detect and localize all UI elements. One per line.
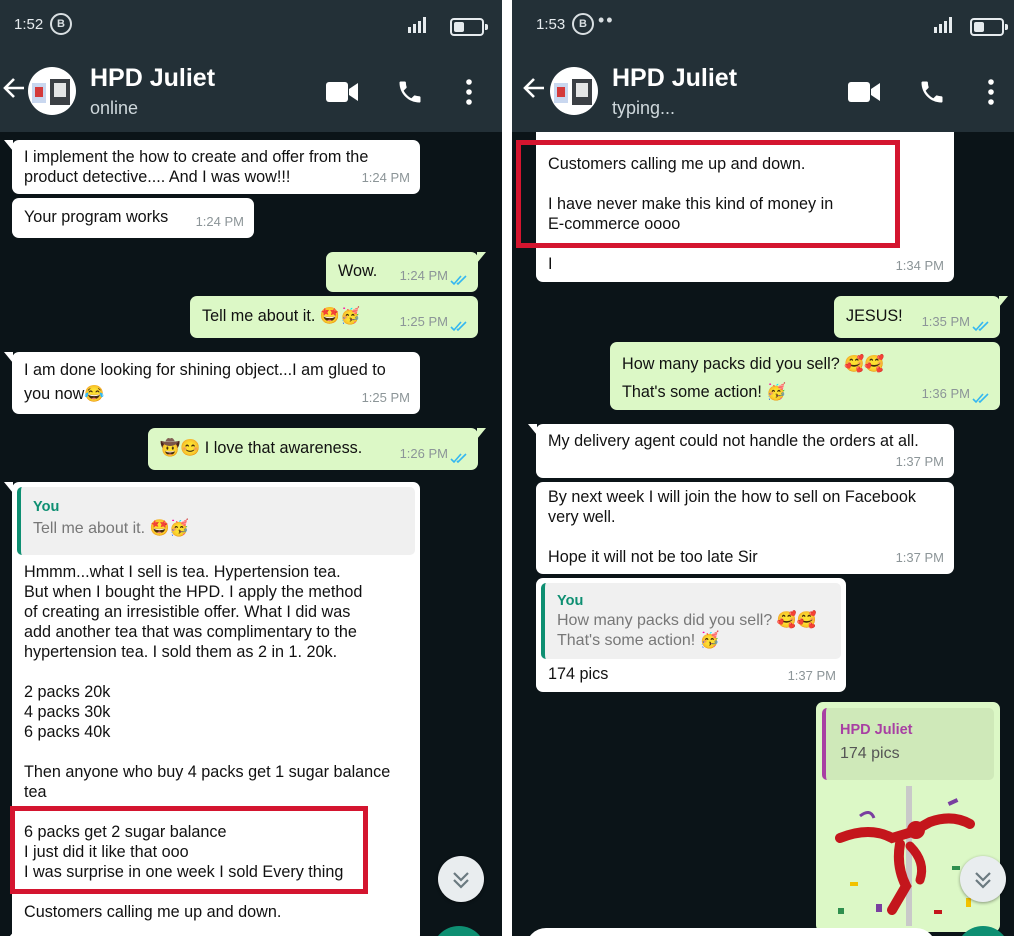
contact-name[interactable]: HPD Juliet: [612, 64, 737, 93]
message-time: 1:24 PM: [361, 170, 410, 185]
status-time: 1:52: [14, 16, 44, 33]
message-time: 1:37 PM: [787, 668, 836, 683]
message-outgoing[interactable]: JESUS! 1:35 PM: [834, 296, 1008, 338]
signal-icon: [408, 17, 426, 33]
message-input[interactable]: [526, 928, 936, 936]
back-arrow-icon[interactable]: [522, 74, 546, 102]
double-check-icon: [450, 275, 467, 286]
highlight-box: [516, 140, 900, 248]
battery-icon: [450, 18, 488, 36]
message-text: I am done looking for shining object...I…: [24, 361, 386, 403]
quote-text: How many packs did you sell? 🥰🥰 That's s…: [557, 612, 817, 649]
message-time: 1:34 PM: [895, 258, 944, 273]
status-time: 1:53: [536, 16, 566, 33]
message-outgoing[interactable]: Tell me about it. 🤩🥳 1:25 PM: [190, 296, 478, 338]
avatar[interactable]: [28, 67, 76, 115]
battery-icon: [970, 18, 1008, 36]
scroll-down-button[interactable]: [960, 856, 1006, 902]
video-call-icon[interactable]: [326, 82, 358, 102]
chat-header: HPD Juliet typing...: [512, 50, 1014, 132]
message-input[interactable]: [6, 928, 416, 936]
phone-icon[interactable]: [396, 78, 424, 106]
message-list[interactable]: Customers calling me up and down. I have…: [512, 132, 1014, 936]
message-text: By next week I will join the how to sell…: [548, 488, 917, 566]
contact-status: typing...: [612, 98, 676, 118]
message-incoming[interactable]: By next week I will join the how to sell…: [536, 482, 954, 574]
message-incoming[interactable]: I am done looking for shining object...I…: [4, 352, 420, 414]
message-outgoing[interactable]: 🤠😊 I love that awareness. 1:26 PM: [148, 428, 486, 470]
back-arrow-icon[interactable]: [2, 74, 26, 102]
status-bar: 1:53 B ••: [512, 0, 1014, 50]
more-menu-icon[interactable]: [986, 78, 996, 106]
quote-author: HPD Juliet: [840, 722, 913, 738]
quote-author: You: [557, 593, 584, 609]
message-time: 1:36 PM: [921, 386, 970, 401]
message-text: I implement the how to create and offer …: [24, 148, 369, 186]
video-call-icon[interactable]: [848, 82, 880, 102]
avatar[interactable]: [550, 67, 598, 115]
quote-text: Tell me about it. 🤩🥳: [33, 520, 190, 537]
message-text: 174 pics: [548, 665, 609, 683]
contact-status: online: [90, 98, 139, 118]
message-list[interactable]: I implement the how to create and offer …: [0, 132, 502, 936]
message-time: 1:37 PM: [895, 550, 944, 565]
quoted-message[interactable]: You Tell me about it. 🤩🥳: [17, 487, 415, 555]
message-time: 1:25 PM: [361, 390, 410, 405]
message-text: Wow.: [338, 262, 378, 280]
double-check-icon: [972, 393, 989, 404]
message-time: 1:35 PM: [921, 314, 970, 329]
message-text: Your program works: [24, 208, 169, 226]
message-time: 1:24 PM: [399, 268, 448, 283]
message-text: Tell me about it. 🤩🥳: [202, 307, 361, 325]
message-time: 1:26 PM: [399, 446, 448, 461]
message-incoming-reply[interactable]: You How many packs did you sell? 🥰🥰 That…: [536, 578, 846, 692]
message-incoming[interactable]: I implement the how to create and offer …: [4, 140, 420, 194]
quote-text: 174 pics: [840, 745, 900, 762]
message-time: 1:24 PM: [195, 214, 244, 229]
double-check-icon: [972, 321, 989, 332]
chat-screen-left: 1:52 B HPD Juliet online I implement the…: [0, 0, 502, 936]
mic-button[interactable]: [432, 926, 486, 936]
highlight-box: [10, 806, 368, 894]
message-time: 1:37 PM: [895, 454, 944, 469]
more-menu-icon[interactable]: [464, 78, 474, 106]
chat-screen-right: 1:53 B •• HPD Juliet typing... Customers…: [512, 0, 1014, 936]
chat-header: HPD Juliet online: [0, 50, 502, 132]
contact-name[interactable]: HPD Juliet: [90, 64, 215, 93]
quoted-message[interactable]: HPD Juliet 174 pics: [822, 708, 994, 780]
status-badge: B: [50, 13, 72, 35]
double-check-icon: [450, 321, 467, 332]
quoted-message[interactable]: You How many packs did you sell? 🥰🥰 That…: [541, 583, 841, 659]
status-dots: ••: [598, 10, 615, 30]
message-text: How many packs did you sell? 🥰🥰 That's s…: [622, 355, 885, 401]
message-outgoing[interactable]: How many packs did you sell? 🥰🥰 That's s…: [610, 342, 1000, 410]
message-text: 🤠😊 I love that awareness.: [160, 439, 363, 457]
message-incoming[interactable]: Your program works 1:24 PM: [12, 198, 254, 238]
message-incoming[interactable]: My delivery agent could not handle the o…: [528, 424, 954, 478]
phone-icon[interactable]: [918, 78, 946, 106]
signal-icon: [934, 17, 952, 33]
status-badge: B: [572, 13, 594, 35]
message-time: 1:25 PM: [399, 314, 448, 329]
scroll-down-icon: [453, 872, 469, 889]
scroll-down-button[interactable]: [438, 856, 484, 902]
quote-author: You: [33, 499, 60, 515]
status-bar: 1:52 B: [0, 0, 502, 50]
message-text: My delivery agent could not handle the o…: [548, 432, 919, 450]
message-outgoing[interactable]: Wow. 1:24 PM: [326, 252, 486, 292]
double-check-icon: [450, 453, 467, 464]
scroll-down-icon: [975, 872, 991, 889]
message-text: JESUS!: [846, 307, 903, 325]
